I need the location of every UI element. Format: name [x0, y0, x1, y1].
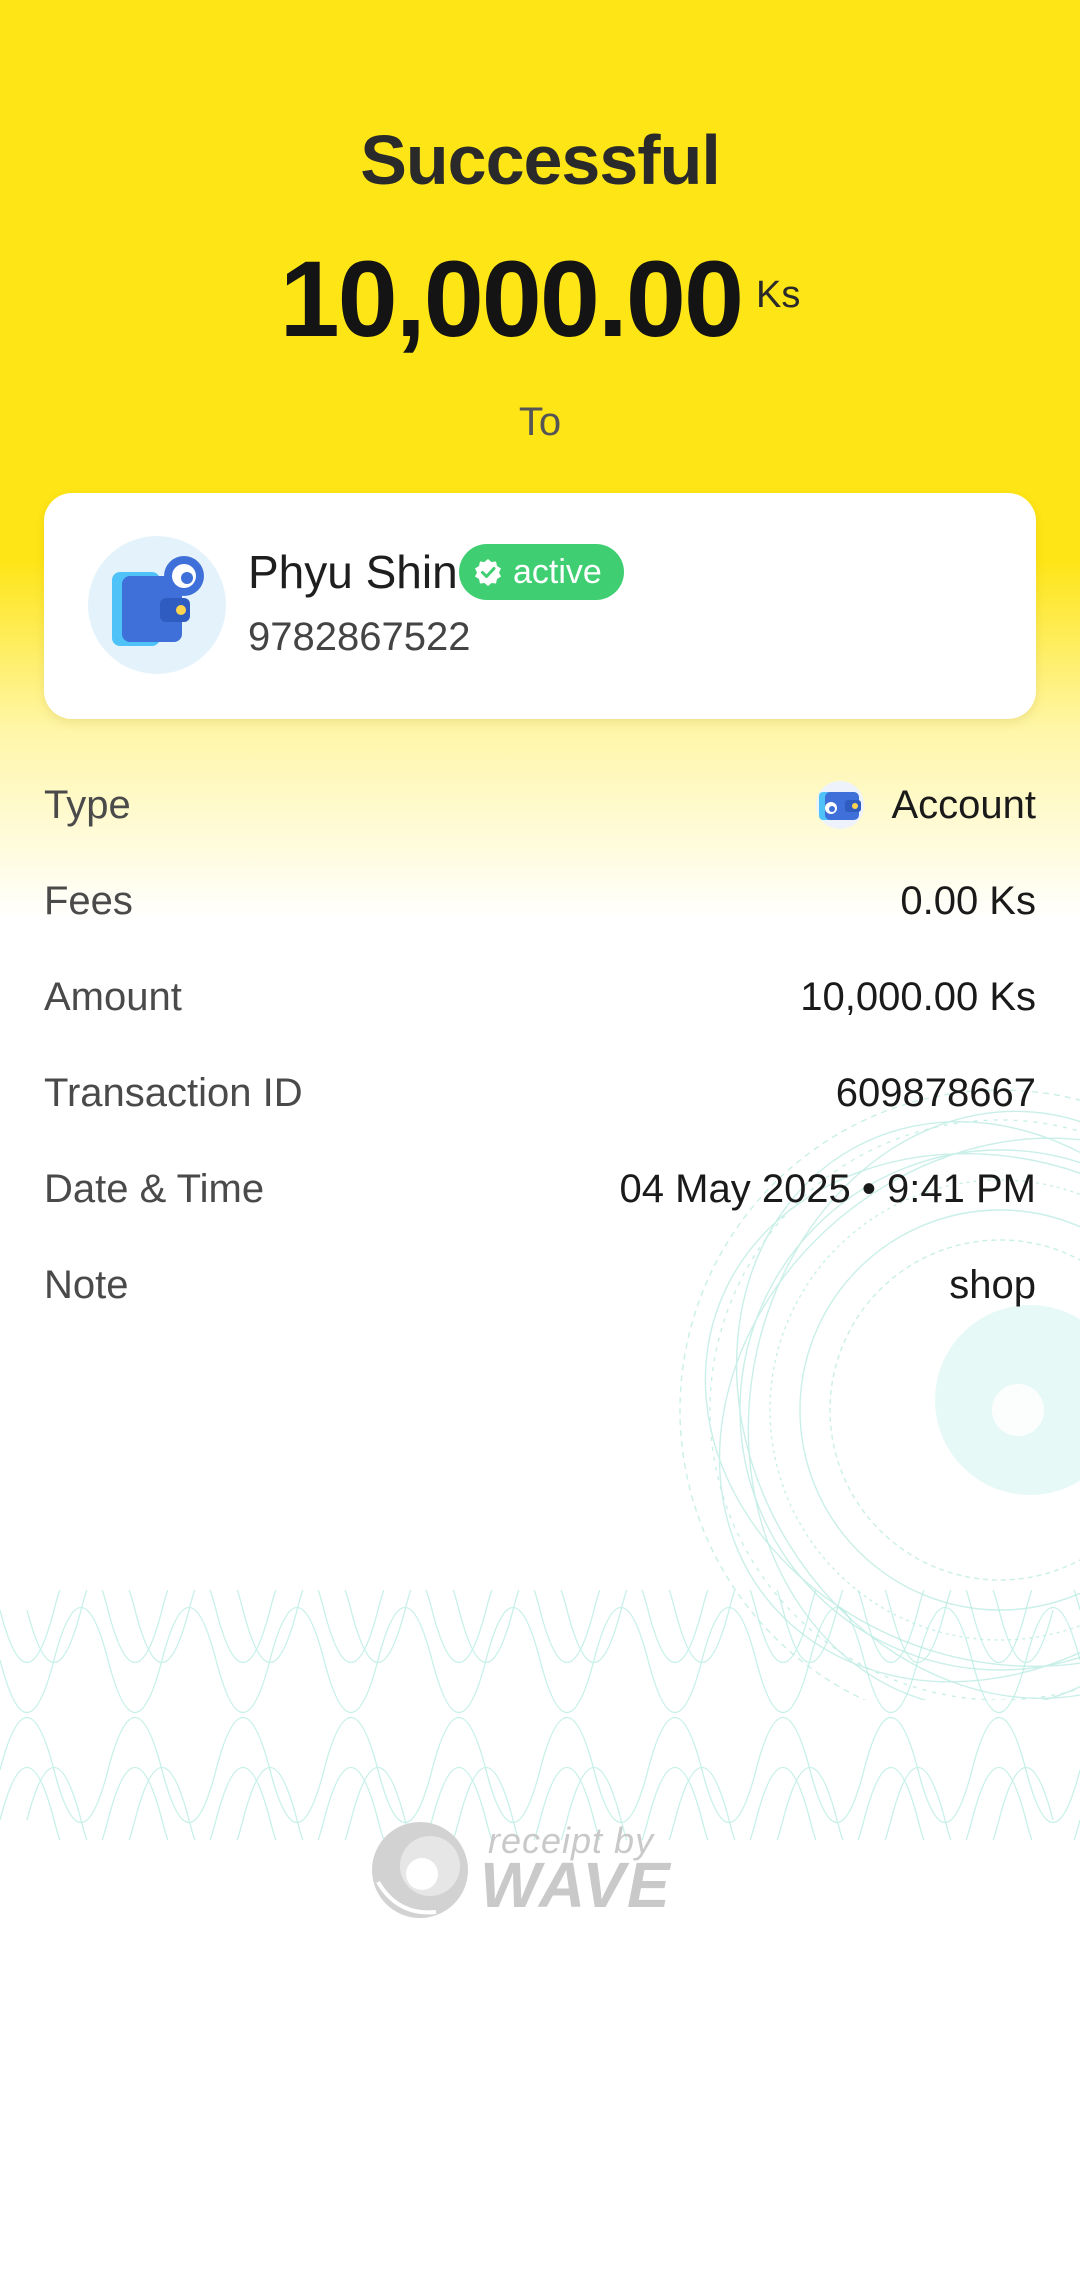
detail-row-note: Note shop [44, 1237, 1036, 1333]
detail-value: 04 May 2025 • 9:41 PM [619, 1166, 1036, 1211]
detail-row-transaction-id: Transaction ID 609878667 [44, 1045, 1036, 1141]
amount-value: 10,000.00 [279, 238, 744, 359]
type-value: Account [891, 782, 1036, 827]
detail-label: Amount [44, 974, 182, 1019]
wallet-icon [88, 536, 226, 674]
detail-value: shop [949, 1262, 1036, 1307]
to-label: To [518, 400, 562, 444]
detail-value: Account [815, 780, 1036, 830]
wave-brand-label: WAVE [480, 1849, 672, 1921]
detail-label: Date & Time [44, 1166, 265, 1211]
badge-label: active [513, 552, 602, 591]
receipt-by-wave-logo: receipt by WAVE [368, 1820, 670, 1921]
detail-label: Note [44, 1262, 129, 1307]
guilloche-band-decoration [0, 1590, 1080, 1840]
detail-value: 0.00 Ks [900, 878, 1036, 923]
recipient-name: Phyu Shin [248, 546, 458, 598]
recipient-phone: 9782867522 [248, 615, 471, 659]
detail-row-type: Type Account [44, 757, 1036, 853]
wave-logo-icon [372, 1822, 468, 1918]
amount-display: 10,000.00 Ks [0, 238, 1080, 359]
verified-check-icon [473, 557, 503, 587]
amount-currency: Ks [756, 274, 801, 316]
status-title: Successful [360, 121, 721, 199]
detail-label: Transaction ID [44, 1070, 303, 1115]
detail-row-date-time: Date & Time 04 May 2025 • 9:41 PM [44, 1141, 1036, 1237]
detail-row-fees: Fees 0.00 Ks [44, 853, 1036, 949]
detail-label: Fees [44, 878, 133, 923]
receipt-page: Successful 10,000.00 Ks To Phyu Shin act… [0, 0, 1080, 2270]
transaction-details: Type Account Fees 0.00 Ks Amount 10,000.… [44, 757, 1036, 1333]
detail-value[interactable]: 609878667 [836, 1071, 1036, 1116]
detail-row-amount: Amount 10,000.00 Ks [44, 949, 1036, 1045]
wallet-icon [815, 780, 865, 830]
recipient-card[interactable]: Phyu Shin active 9782867522 [44, 493, 1036, 719]
status-badge: active [459, 544, 624, 600]
detail-value: 10,000.00 Ks [800, 974, 1036, 1019]
detail-label: Type [44, 782, 131, 827]
